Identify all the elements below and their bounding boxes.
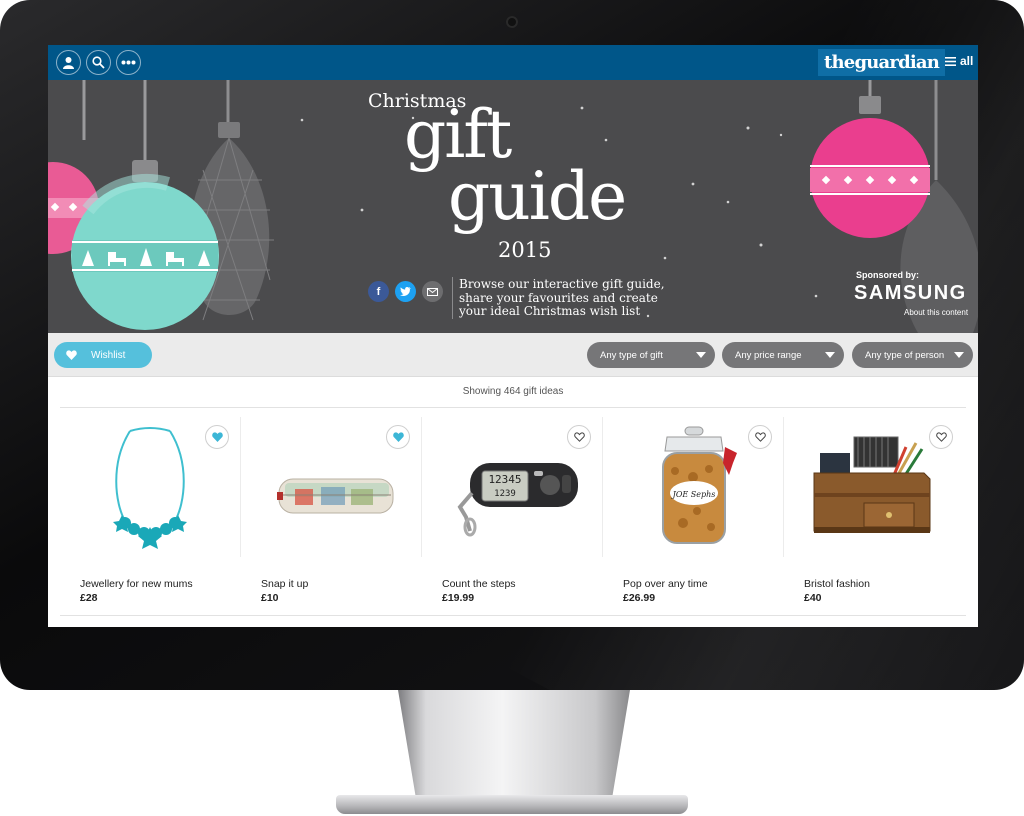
favourite-button[interactable]	[748, 425, 772, 449]
person-type-select[interactable]: Any type of person	[852, 342, 973, 368]
product-price: £26.99	[623, 592, 656, 604]
heart-filled-icon	[211, 432, 223, 442]
product-card[interactable]: Bristol fashion £40	[784, 417, 965, 617]
profile-icon	[63, 57, 74, 69]
chevron-down-icon	[954, 352, 964, 358]
all-sections-menu[interactable]: all	[945, 54, 973, 68]
product-title[interactable]: Bristol fashion	[804, 578, 870, 590]
heart-outline-icon	[573, 432, 585, 442]
person-type-value: Any type of person	[865, 349, 945, 361]
product-title[interactable]: Snap it up	[261, 578, 308, 590]
hero-title-guide: guide	[448, 158, 627, 235]
favourite-button[interactable]	[386, 425, 410, 449]
filter-bar: Wishlist Any type of gift Any price rang…	[48, 333, 978, 377]
pedometer-display-text-2: 1239	[494, 489, 516, 499]
browser-screen: theguardian all Christmas gift guide 201…	[48, 45, 978, 627]
heart-filled-icon	[392, 432, 404, 442]
product-title[interactable]: Jewellery for new mums	[80, 578, 193, 590]
twitter-share-button[interactable]	[395, 281, 416, 302]
hamburger-icon	[945, 56, 956, 66]
divider	[60, 615, 966, 616]
hero-year: 2015	[498, 238, 552, 262]
favourite-button[interactable]	[205, 425, 229, 449]
email-share-button[interactable]	[422, 281, 443, 302]
product-card[interactable]: Jewellery for new mums £28	[60, 417, 241, 617]
product-title[interactable]: Count the steps	[442, 578, 516, 590]
product-card[interactable]: JOE Sephs Pop over any time £26.99	[603, 417, 784, 617]
favourite-button[interactable]	[567, 425, 591, 449]
product-card[interactable]: Snap it up £10	[241, 417, 422, 617]
search-icon	[92, 56, 105, 69]
favourite-button[interactable]	[929, 425, 953, 449]
twitter-icon	[400, 287, 411, 296]
sponsor-label: Sponsored by:	[856, 270, 920, 280]
jar-label-text: JOE Sephs	[671, 490, 716, 499]
wishlist-label: Wishlist	[91, 349, 126, 361]
product-price: £19.99	[442, 592, 475, 604]
email-icon	[427, 287, 438, 296]
divider	[60, 407, 966, 408]
sponsor-logo[interactable]: SAMSUNG	[854, 282, 967, 305]
monitor-stand	[398, 690, 630, 802]
top-nav-bar: theguardian all	[48, 45, 978, 80]
search-button[interactable]	[86, 50, 111, 75]
product-price: £10	[261, 592, 279, 604]
heart-outline-icon	[935, 432, 947, 442]
pedometer-display-text: 12345	[488, 473, 521, 486]
product-card[interactable]: 12345 1239 Count the steps £19.99	[422, 417, 603, 617]
gift-type-select[interactable]: Any type of gift	[587, 342, 715, 368]
gift-type-value: Any type of gift	[600, 349, 663, 361]
hero-banner: Christmas gift guide 2015 f Browse our i…	[48, 80, 978, 333]
more-button[interactable]	[116, 50, 141, 75]
chevron-down-icon	[825, 352, 835, 358]
wishlist-button[interactable]: Wishlist	[54, 342, 152, 368]
guardian-logo[interactable]: theguardian	[818, 49, 946, 76]
chevron-down-icon	[696, 352, 706, 358]
about-content-link[interactable]: About this content	[904, 308, 968, 317]
all-menu-label: all	[960, 54, 974, 68]
camera-icon	[506, 16, 518, 28]
facebook-share-button[interactable]: f	[368, 281, 389, 302]
more-icon	[121, 60, 136, 65]
heart-outline-icon	[754, 432, 766, 442]
results-count: Showing 464 gift ideas	[462, 386, 564, 397]
hero-description: Browse our interactive gift guide, share…	[459, 277, 665, 318]
monitor-stand-base	[336, 795, 688, 814]
product-title[interactable]: Pop over any time	[623, 578, 708, 590]
profile-button[interactable]	[56, 50, 81, 75]
price-range-value: Any price range	[735, 349, 802, 361]
hero-divider	[452, 277, 453, 319]
product-price: £40	[804, 592, 822, 604]
product-price: £28	[80, 592, 98, 604]
facebook-icon: f	[376, 285, 381, 298]
price-range-select[interactable]: Any price range	[722, 342, 844, 368]
heart-icon	[66, 350, 77, 360]
